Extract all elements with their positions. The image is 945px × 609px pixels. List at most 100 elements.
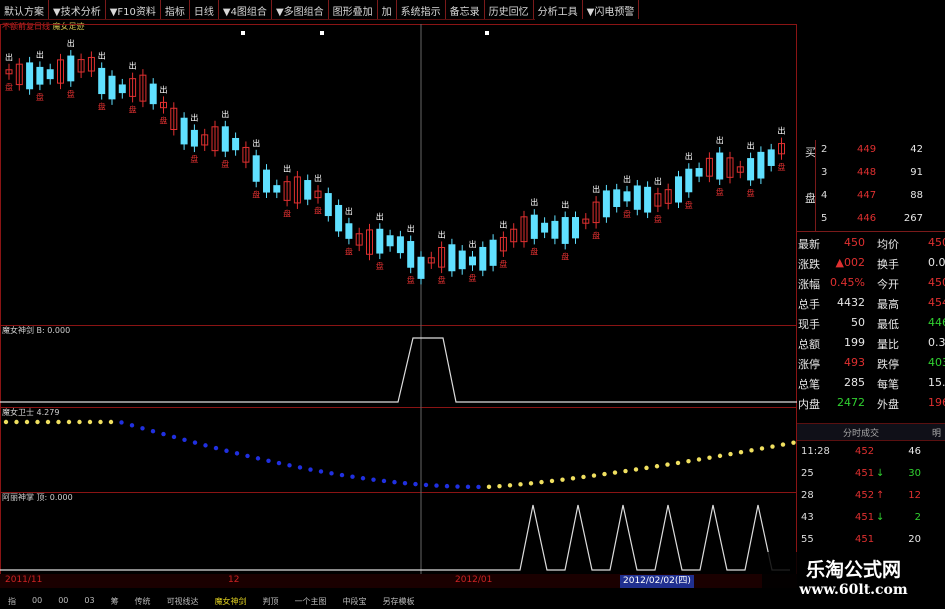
indicator-dot — [339, 472, 345, 478]
candle-body — [407, 241, 415, 268]
indicator-dot — [381, 478, 387, 484]
indicator-dot — [444, 483, 450, 489]
indicator-line — [0, 337, 797, 403]
candle-body — [675, 176, 682, 203]
sell-signal-label: 出 — [36, 49, 44, 59]
candle-body — [716, 152, 724, 180]
arrow-down-icon: ↓ — [876, 512, 885, 523]
buy-signal-label: 盘 — [252, 189, 260, 199]
panel3-label: 魔女卫士 4.279 — [2, 408, 60, 417]
indicator-dot — [119, 420, 124, 425]
arrow-up-icon: ↑ — [876, 490, 885, 501]
quote-label: 总笔 — [798, 378, 820, 391]
indicator-dot — [644, 465, 649, 471]
candle-body — [376, 228, 384, 254]
indicator-dot — [591, 473, 597, 478]
candle-body — [221, 126, 229, 152]
tick-volume: 12 — [908, 490, 921, 501]
quote-row: 涨跌 ▲002 换手 0.09% — [797, 254, 945, 274]
buy-signal-label: 盘 — [345, 246, 353, 256]
buy-signal-label: 盘 — [314, 206, 322, 216]
candle-body — [324, 193, 332, 217]
bottom-tab[interactable]: 中段宝 — [335, 594, 375, 609]
order-book-level: 3 — [821, 167, 828, 178]
bottom-tab[interactable]: 00 — [24, 594, 50, 609]
candle-body — [304, 180, 312, 200]
bottom-tab[interactable]: 指 — [0, 594, 24, 609]
indicator-dot — [581, 474, 586, 480]
bottom-tab[interactable]: 传统 — [127, 594, 159, 609]
indicator-dot — [707, 455, 712, 460]
tick-header-detail-button[interactable]: 明 — [932, 426, 941, 439]
indicator-dot — [528, 481, 534, 486]
order-book-volume: 88 — [910, 190, 923, 201]
indicator-dot — [77, 419, 82, 425]
indicator-dot — [402, 480, 408, 486]
indicator-dot — [161, 431, 166, 437]
indicator-dot — [87, 419, 93, 425]
quote-value: 4432 — [837, 296, 865, 309]
buy-signal-label: 盘 — [36, 92, 44, 102]
quote-label: 总手 — [798, 298, 820, 311]
buy-signal-label: 盘 — [499, 259, 507, 269]
sell-signal-label: 出 — [129, 61, 137, 71]
sell-signal-label: 出 — [716, 135, 724, 145]
tick-volume: 30 — [908, 468, 921, 479]
quote-label: 涨跌 — [798, 258, 820, 271]
watermark-url: www.60lt.com — [799, 582, 908, 598]
indicator-dot — [98, 419, 103, 425]
bottom-tab[interactable]: 03 — [76, 594, 102, 609]
indicator-dot — [129, 423, 135, 428]
quote-value: 493 — [844, 356, 865, 369]
watermark: 乐淘公式网 www.60lt.com — [762, 552, 945, 609]
indicator-dot — [602, 471, 607, 477]
buy-signal-label: 盘 — [407, 275, 415, 285]
bottom-tab[interactable]: 可视线达 — [159, 594, 207, 609]
marker-dot — [320, 31, 324, 35]
buy-signal-label: 盘 — [469, 273, 477, 283]
sell-signal-label: 出 — [407, 224, 415, 234]
candle-body — [767, 149, 775, 166]
bottom-tab[interactable]: 另存模板 — [375, 594, 423, 609]
chart-area[interactable]: 出盘出盘出盘出盘出盘出盘 出盘出盘出盘出盘出盘 出盘出盘出盘出盘出盘出盘出盘出盘出盘… — [0, 0, 797, 594]
tick-price: 451 — [855, 512, 875, 523]
indicator-dot — [192, 440, 198, 445]
tick-price: 452 — [855, 446, 875, 457]
buy-signal-label: 盘 — [685, 200, 693, 210]
quote-label: 涨停 — [798, 358, 820, 371]
quote-value: 285 — [844, 376, 865, 389]
indicator-dot — [14, 419, 19, 425]
quote-value: 50 — [851, 316, 865, 329]
sell-signal-label: 出 — [314, 173, 322, 183]
quote-label: 最新 — [798, 238, 820, 251]
candle-body — [695, 168, 703, 177]
tick-header[interactable]: 分时成交 明 — [797, 423, 945, 441]
bottom-tab[interactable]: 魔女神剑 — [207, 594, 255, 609]
candle-body — [644, 186, 652, 213]
indicator-dot — [224, 448, 229, 453]
candle-body — [67, 55, 75, 82]
indicator-dot — [371, 477, 376, 482]
order-book-price: 447 — [857, 190, 877, 201]
bottom-tab[interactable]: 00 — [50, 594, 76, 609]
indicator-dot — [245, 453, 250, 459]
buy-signal-label: 盘 — [530, 246, 538, 256]
candle-body — [417, 256, 425, 279]
indicator-dot — [392, 479, 397, 485]
indicator-dot — [497, 483, 502, 489]
watermark-title: 乐淘公式网 — [805, 559, 901, 581]
bottom-tab[interactable]: 判顶 — [255, 594, 287, 609]
indicator-dot — [570, 476, 576, 481]
bottom-tab[interactable]: 筹 — [103, 594, 127, 609]
quote-row: 涨停 493 跌停 403 — [797, 354, 945, 374]
indicator-dot — [560, 477, 565, 482]
candlestick-series: 出盘出盘出盘出盘出盘出盘 出盘出盘出盘出盘出盘 出盘出盘出盘出盘出盘出盘出盘出盘出盘… — [5, 38, 786, 285]
tick-row: 43 451 ↓ 2 — [797, 510, 945, 530]
tick-volume: 46 — [908, 446, 921, 457]
candle-body — [252, 155, 260, 182]
bottom-tab[interactable]: 一个主图 — [287, 594, 335, 609]
candle-body — [469, 256, 476, 266]
tick-price: 452 — [855, 490, 875, 501]
candle-body — [489, 239, 497, 266]
dot-series — [3, 419, 796, 490]
